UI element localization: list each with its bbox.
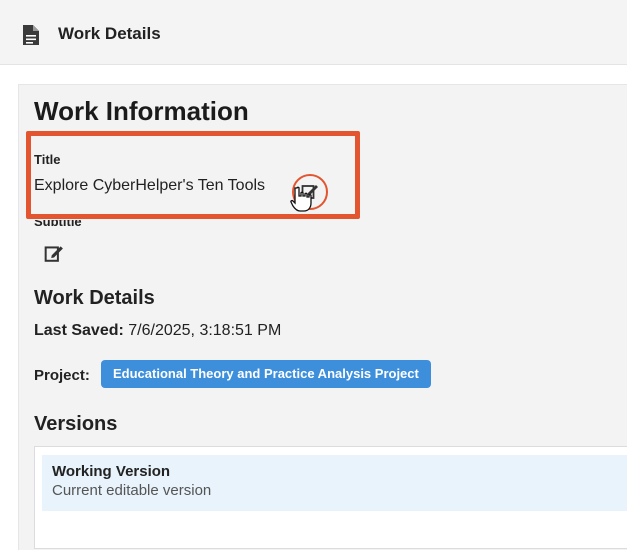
version-description: Current editable version <box>52 482 212 499</box>
work-information-heading: Work Information <box>34 96 249 126</box>
versions-heading: Versions <box>34 413 118 435</box>
document-icon <box>23 25 39 45</box>
hand-cursor-icon <box>290 186 312 212</box>
page-title: Work Details <box>58 24 161 43</box>
project-badge[interactable]: Educational Theory and Practice Analysis… <box>101 360 431 388</box>
last-saved-label: Last Saved: <box>34 322 124 339</box>
subtitle-edit-button[interactable] <box>44 243 66 265</box>
last-saved-value: 7/6/2025, 3:18:51 PM <box>128 322 282 339</box>
title-label: Title <box>34 152 61 167</box>
title-value: Explore CyberHelper's Ten Tools <box>34 177 266 194</box>
edit-icon <box>44 246 63 262</box>
subtitle-label: Subtitle <box>34 220 82 229</box>
project-label: Project: <box>34 367 90 384</box>
top-bar: Work Details <box>0 0 627 65</box>
version-name: Working Version <box>52 463 171 480</box>
last-saved: Last Saved: 7/6/2025, 3:18:51 PM <box>34 322 281 340</box>
work-details-heading: Work Details <box>34 287 155 309</box>
